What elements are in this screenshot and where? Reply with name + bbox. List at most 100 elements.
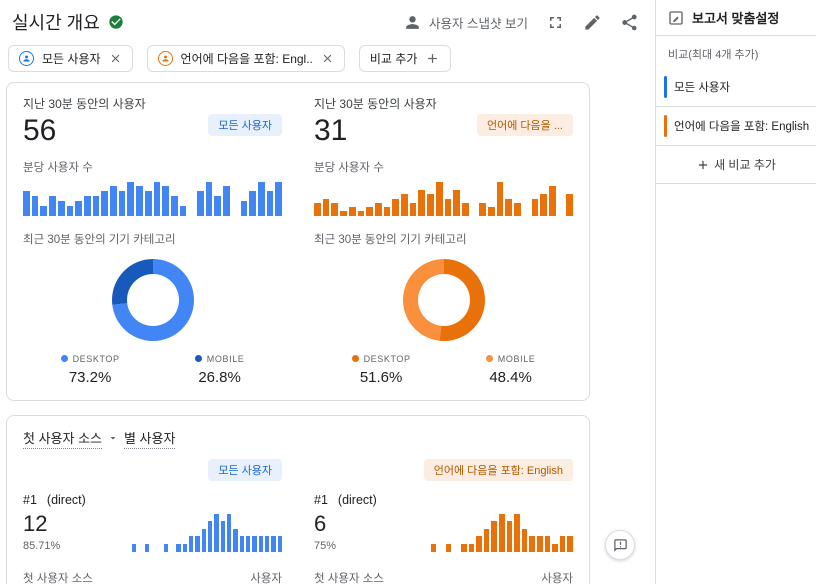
users-30min-value: 31 [314,114,348,147]
source-table: 첫 사용자 소스 사용자 (direct) 12 (data deleted) … [23,564,282,584]
users-30min-label: 지난 30분 동안의 사용자 [314,97,437,111]
device-category-donut-chart [402,258,485,341]
chevron-down-icon[interactable] [107,432,119,444]
realtime-panel-all-users: 지난 30분 동안의 사용자 56 모든 사용자 분당 사용자 수 최근 30분… [7,83,298,400]
device-category-label: 최근 30분 동안의 기기 카테고리 [23,233,176,246]
source-panel-all-users: 모든 사용자 #1 (direct) 12 85.71% 첫 사용자 소스 사용… [7,457,298,584]
users-30min-label: 지난 30분 동안의 사용자 [23,97,146,111]
feedback-button[interactable] [605,530,635,560]
title-wrap: 실시간 개요 [12,9,124,35]
legend-percent: 48.4% [489,368,532,386]
donut-hole [126,273,179,326]
sidebar-item-label: 모든 사용자 [674,82,731,94]
device-legend: DESKTOP 51.6% MOBILE 48.4% [314,354,573,386]
table-header: 첫 사용자 소스 사용자 [314,564,573,584]
legend-dot [485,355,493,362]
source-panel-english: 언어에 다음을 포함: English #1 (direct) 6 75% 첫 … [298,457,589,584]
source-panels: 모든 사용자 #1 (direct) 12 85.71% 첫 사용자 소스 사용… [7,457,589,584]
sidebar-title: 보고서 맞춤설정 [692,11,780,26]
main-area: 실시간 개요 사용자 스냅샷 보기 모든 사용자 언어에 다음을 포함: Eng… [0,0,655,584]
chip-label: 언어에 다음을 포함: Engl.. [180,52,313,66]
share-icon[interactable] [620,13,639,32]
topbar: 실시간 개요 사용자 스냅샷 보기 [0,0,655,39]
legend-item-desktop: DESKTOP 51.6% [351,353,411,386]
customize-report-sidebar: 보고서 맞춤설정 비교(최대 4개 추가) 모든 사용자 언어에 다음을 포함:… [655,0,816,584]
top-source-value: 6 [314,510,327,536]
page: 실시간 개요 사용자 스냅샷 보기 모든 사용자 언어에 다음을 포함: Eng… [0,0,816,584]
donut-hole [417,273,470,326]
fullscreen-icon[interactable] [546,13,565,32]
legend-item-desktop: DESKTOP 73.2% [60,353,120,386]
top-source-percent: 85.71% [23,539,61,552]
column-dimension: 첫 사용자 소스 [23,572,93,584]
first-user-source-card: 첫 사용자 소스 별 사용자 모든 사용자 #1 (direct) 12 85.… [6,414,590,584]
add-comparison-chip[interactable]: 비교 추가 [358,45,452,72]
data-quality-icon[interactable] [108,14,124,30]
realtime-overview-card: 지난 30분 동안의 사용자 56 모든 사용자 분당 사용자 수 최근 30분… [6,82,590,401]
comparison-badge: 언어에 다음을 ... [476,114,573,136]
user-snapshot-button[interactable]: 사용자 스냅샷 보기 [403,13,528,32]
close-icon[interactable] [109,52,122,65]
dimension-selector[interactable]: 첫 사용자 소스 [23,428,102,449]
column-metric: 사용자 [541,572,573,584]
source-spark-chart [423,513,573,552]
legend-percent: 73.2% [68,368,112,386]
add-new-comparison-label: 새 비교 추가 [714,158,776,172]
device-category-label: 최근 30분 동안의 기기 카테고리 [314,233,467,246]
column-metric: 사용자 [250,572,282,584]
users-per-minute-chart [314,181,574,216]
users-per-minute-chart [23,181,283,216]
legend-name: MOBILE [497,353,536,364]
sidebar-item-label: 언어에 다음을 포함: English [674,121,810,133]
close-icon[interactable] [321,52,334,65]
chip-all-users[interactable]: 모든 사용자 [8,45,133,72]
legend-name: DESKTOP [363,353,411,364]
chip-language-english[interactable]: 언어에 다음을 포함: Engl.. [146,45,345,72]
device-category-donut-chart [111,258,194,341]
chip-label: 모든 사용자 [42,52,101,66]
source-spark-chart [132,513,282,552]
segment-orange-icon [157,51,173,66]
sidebar-item-language-english[interactable]: 언어에 다음을 포함: English [656,107,816,146]
legend-dot [60,355,68,362]
user-snapshot-icon [403,13,422,32]
users-per-minute-label: 분당 사용자 수 [23,161,93,174]
legend-percent: 51.6% [359,368,403,386]
column-dimension: 첫 사용자 소스 [314,572,384,584]
add-new-comparison-button[interactable]: 새 비교 추가 [656,146,816,184]
source-card-title: 첫 사용자 소스 별 사용자 [7,426,589,457]
plus-icon [698,160,708,169]
comparison-chips-row: 모든 사용자 언어에 다음을 포함: Engl.. 비교 추가 [0,39,655,82]
comparison-badge: 모든 사용자 [208,114,282,136]
add-comparison-label: 비교 추가 [369,52,418,66]
source-table: 첫 사용자 소스 사용자 (direct) 6 (data deleted) 1 [314,564,573,584]
top-source-value: 12 [23,510,48,536]
legend-dot [194,355,202,362]
legend-item-mobile: MOBILE 48.4% [485,353,536,386]
plus-icon [425,51,440,66]
sidebar-header: 보고서 맞춤설정 [656,0,816,36]
page-title: 실시간 개요 [12,13,100,33]
metric-suffix-label: 별 사용자 [123,428,176,449]
chat-bubble-icon [613,538,627,552]
device-legend: DESKTOP 73.2% MOBILE 26.8% [23,354,282,386]
table-header: 첫 사용자 소스 사용자 [23,564,282,584]
customize-report-icon[interactable] [583,13,602,32]
legend-name: DESKTOP [72,353,120,364]
customize-report-icon [668,10,684,26]
comparison-limit-hint: 비교(최대 4개 추가) [668,49,759,61]
users-30min-value: 56 [23,114,57,147]
realtime-panel-english: 지난 30분 동안의 사용자 31 언어에 다음을 ... 분당 사용자 수 최… [298,83,589,400]
top-source-percent: 75% [314,539,337,552]
rank-label: #1 [314,492,328,507]
segment-blue-icon [19,51,34,66]
comparison-badge: 모든 사용자 [208,458,282,481]
user-snapshot-label: 사용자 스냅샷 보기 [429,16,528,31]
comparison-color-bar [664,76,667,98]
sidebar-item-all-users[interactable]: 모든 사용자 [656,68,816,107]
top-source-name: (direct) [46,492,86,507]
top-actions: 사용자 스냅샷 보기 [403,13,639,32]
legend-name: MOBILE [206,353,245,364]
comparison-badge: 언어에 다음을 포함: English [423,458,573,481]
legend-dot [351,355,359,362]
